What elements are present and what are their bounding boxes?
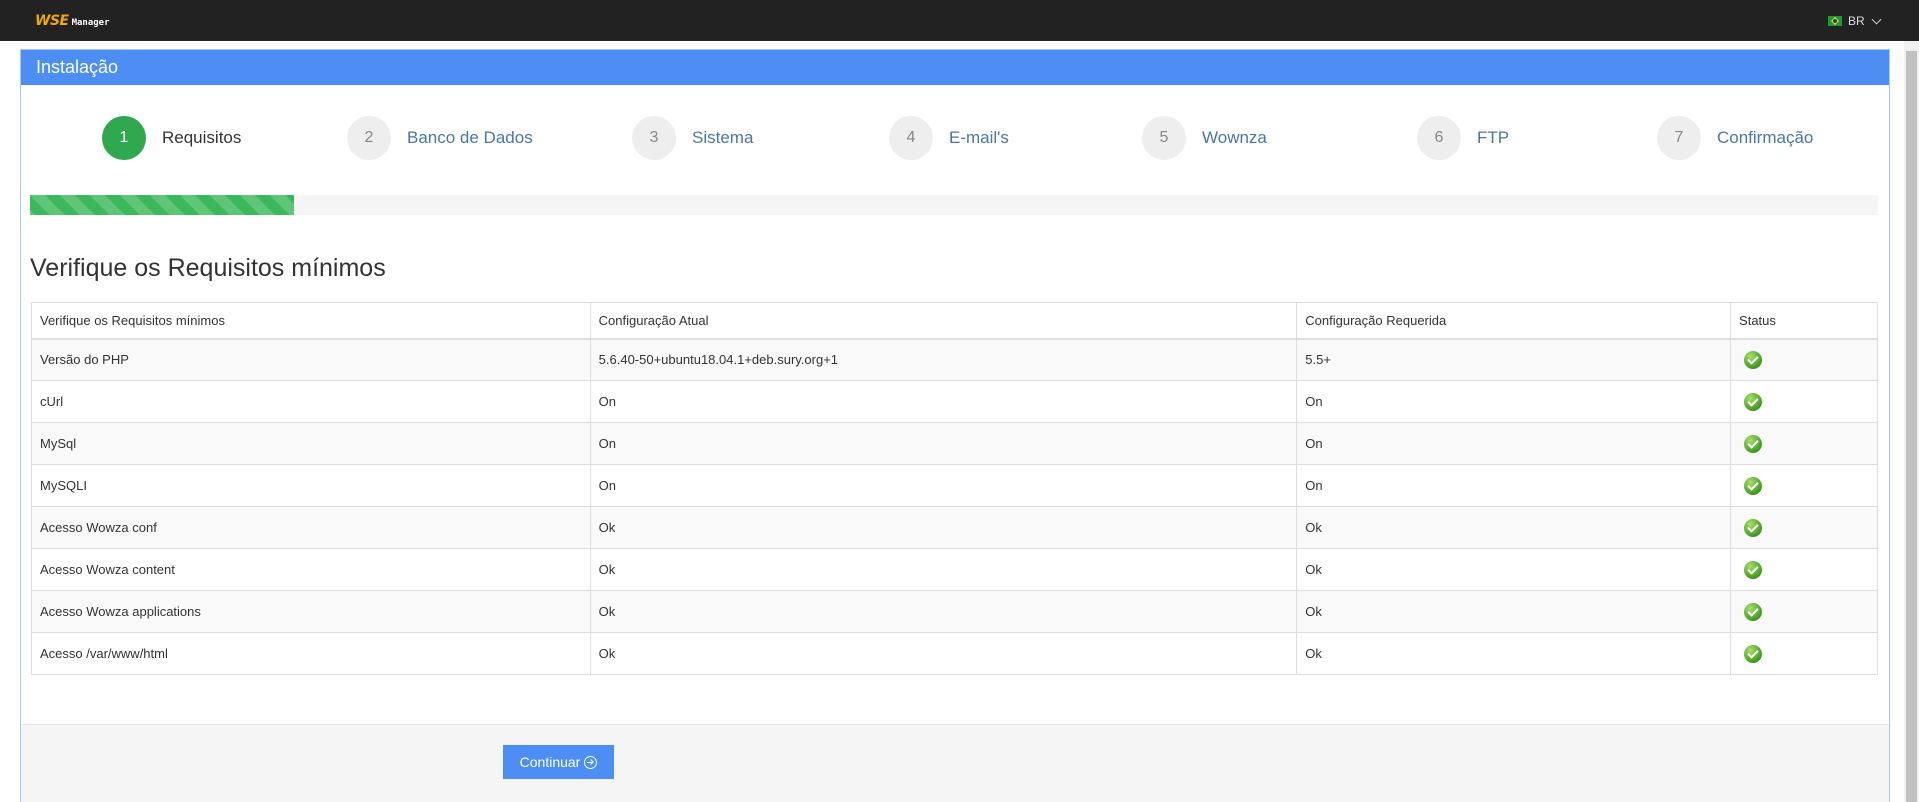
top-navbar: WSE Manager BR — [0, 0, 1919, 41]
step-number: 7 — [1657, 116, 1701, 160]
wizard-step-confirmacao[interactable]: 7 Confirmação — [1657, 116, 1813, 160]
wizard-progress-bar — [30, 195, 1878, 215]
wizard-step-requisitos[interactable]: 1 Requisitos — [102, 116, 241, 160]
check-ok-icon — [1744, 518, 1763, 537]
brazil-flag-icon — [1828, 16, 1842, 26]
step-number: 2 — [347, 116, 391, 160]
logo-mark: WSE — [35, 13, 69, 29]
step-label: FTP — [1477, 128, 1510, 147]
requirements-table: Verifique os Requisitos mínimos Configur… — [31, 302, 1878, 675]
current-config: On — [589, 422, 1298, 465]
panel-footer: Continuar — [21, 724, 1889, 802]
step-number: 5 — [1142, 116, 1186, 160]
required-config: Ok — [1296, 548, 1732, 591]
required-config: 5.5+ — [1296, 338, 1732, 381]
arrow-right-circle-icon — [584, 755, 598, 769]
progress-fill — [30, 195, 295, 215]
step-label: E-mail's — [949, 128, 1009, 147]
status-cell — [1730, 548, 1878, 591]
section-title: Verifique os Requisitos mínimos — [30, 254, 386, 282]
column-header-status: Status — [1730, 302, 1878, 340]
step-number: 3 — [632, 116, 676, 160]
status-cell — [1730, 380, 1878, 423]
table-row: Acesso Wowza content Ok Ok — [31, 548, 1878, 591]
table-row: Acesso Wowza applications Ok Ok — [31, 590, 1878, 633]
wizard-step-emails[interactable]: 4 E-mail's — [889, 116, 1009, 160]
step-number: 4 — [889, 116, 933, 160]
table-row: Acesso Wowza conf Ok Ok — [31, 506, 1878, 549]
language-selector[interactable]: BR — [1828, 14, 1882, 28]
status-cell — [1730, 338, 1878, 381]
current-config: On — [589, 380, 1298, 423]
continue-button[interactable]: Continuar — [503, 745, 614, 779]
current-config: 5.6.40-50+ubuntu18.04.1+deb.sury.org+1 — [589, 338, 1298, 381]
table-row: Versão do PHP 5.6.40-50+ubuntu18.04.1+de… — [31, 338, 1878, 381]
requirement-name: Acesso Wowza applications — [31, 590, 591, 633]
status-cell — [1730, 590, 1878, 633]
step-label: Confirmação — [1717, 128, 1814, 147]
step-label: Sistema — [692, 128, 754, 147]
panel-title: Instalação — [21, 50, 1889, 85]
check-ok-icon — [1744, 602, 1763, 621]
wizard-step-sistema[interactable]: 3 Sistema — [632, 116, 753, 160]
table-header-row: Verifique os Requisitos mínimos Configur… — [31, 302, 1878, 340]
wizard-step-banco-de-dados[interactable]: 2 Banco de Dados — [347, 116, 533, 160]
required-config: On — [1296, 422, 1732, 465]
table-row: Acesso /var/www/html Ok Ok — [31, 632, 1878, 675]
requirement-name: Acesso Wowza conf — [31, 506, 591, 549]
current-config: On — [589, 464, 1298, 507]
continue-label: Continuar — [519, 754, 581, 770]
status-cell — [1730, 422, 1878, 465]
check-ok-icon — [1744, 350, 1763, 369]
status-cell — [1730, 632, 1878, 675]
vertical-scrollbar[interactable] — [1904, 41, 1919, 802]
requirement-name: MySql — [31, 422, 591, 465]
check-ok-icon — [1744, 476, 1763, 495]
step-number: 1 — [102, 116, 146, 160]
requirement-name: Versão do PHP — [31, 338, 591, 381]
step-label: Banco de Dados — [407, 128, 533, 147]
requirement-name: cUrl — [31, 380, 591, 423]
language-code: BR — [1848, 14, 1865, 28]
table-row: MySql On On — [31, 422, 1878, 465]
scrollbar-thumb[interactable] — [1906, 51, 1917, 802]
current-config: Ok — [589, 548, 1298, 591]
app-logo[interactable]: WSE Manager — [35, 14, 110, 28]
requirement-name: Acesso Wowza content — [31, 548, 591, 591]
current-config: Ok — [589, 506, 1298, 549]
step-label: Wownza — [1202, 128, 1267, 147]
wizard-step-ftp[interactable]: 6 FTP — [1417, 116, 1509, 160]
check-ok-icon — [1744, 560, 1763, 579]
table-row: MySQLI On On — [31, 464, 1878, 507]
required-config: Ok — [1296, 506, 1732, 549]
wizard-step-wownza[interactable]: 5 Wownza — [1142, 116, 1267, 160]
column-header-required: Configuração Requerida — [1296, 302, 1732, 340]
requirement-name: MySQLI — [31, 464, 591, 507]
check-ok-icon — [1744, 434, 1763, 453]
step-number: 6 — [1417, 116, 1461, 160]
check-ok-icon — [1744, 644, 1763, 663]
requirement-name: Acesso /var/www/html — [31, 632, 591, 675]
required-config: On — [1296, 464, 1732, 507]
table-row: cUrl On On — [31, 380, 1878, 423]
status-cell — [1730, 506, 1878, 549]
status-cell — [1730, 464, 1878, 507]
required-config: Ok — [1296, 590, 1732, 633]
required-config: On — [1296, 380, 1732, 423]
logo-subtitle: Manager — [71, 18, 110, 28]
chevron-down-icon — [1871, 14, 1882, 24]
column-header-current: Configuração Atual — [589, 302, 1298, 340]
step-label: Requisitos — [162, 128, 242, 147]
required-config: Ok — [1296, 632, 1732, 675]
current-config: Ok — [589, 590, 1298, 633]
check-ok-icon — [1744, 392, 1763, 411]
column-header-requirement: Verifique os Requisitos mínimos — [31, 302, 591, 340]
current-config: Ok — [589, 632, 1298, 675]
